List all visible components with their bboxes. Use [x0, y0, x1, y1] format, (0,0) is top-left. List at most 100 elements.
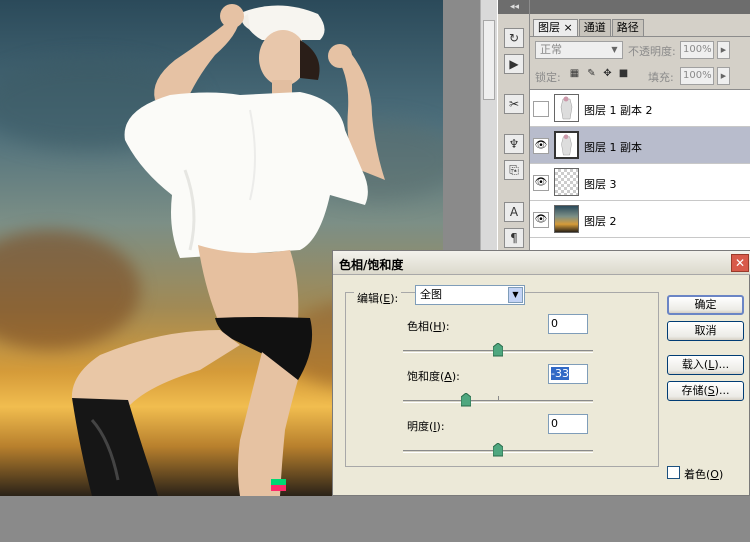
eye-icon[interactable]: 👁	[533, 212, 549, 228]
actions-icon[interactable]: ▶	[504, 54, 524, 74]
opacity-input[interactable]: 100%	[680, 41, 714, 59]
saturation-label: 饱和度(A):	[407, 370, 460, 383]
tab-label: 路径	[616, 21, 639, 34]
slider-center-mark	[498, 396, 499, 401]
fill-input[interactable]: 100%	[680, 67, 714, 85]
eye-icon[interactable]: 👁	[533, 175, 549, 191]
character-icon[interactable]: A	[504, 202, 524, 222]
layer-row[interactable]: 图层 1 副本 2	[530, 90, 750, 127]
blend-mode-value: 正常	[540, 43, 562, 56]
layer-thumbnail	[554, 131, 579, 159]
chevron-down-icon: ▼	[611, 45, 618, 54]
close-icon: ✕	[734, 256, 746, 270]
tab-paths[interactable]: 路径	[611, 19, 644, 37]
edit-label-text: 编辑	[357, 292, 379, 305]
dialog-titlebar[interactable]: 色相/饱和度 ✕	[333, 251, 750, 275]
brushes-icon[interactable]: ♆	[504, 134, 524, 154]
lock-row: 锁定: ▦ ✎ ✥ ■ 填充: 100% ▶	[535, 67, 750, 85]
dialog-title: 色相/饱和度	[339, 258, 404, 272]
layer-thumbnail	[554, 94, 579, 122]
eye-icon[interactable]: 👁	[533, 138, 549, 154]
lightness-value: 0	[551, 417, 558, 430]
colorize-checkbox[interactable]	[667, 466, 680, 479]
clone-source-icon[interactable]: ⎘	[504, 160, 524, 180]
saturation-slider[interactable]	[403, 393, 593, 407]
edit-select-value: 全图	[420, 288, 442, 301]
hue-slider[interactable]	[403, 343, 593, 357]
lock-transparent-icon[interactable]: ▦	[569, 68, 580, 80]
lightness-input[interactable]: 0	[548, 414, 588, 434]
paragraph-icon[interactable]: ¶	[504, 228, 524, 248]
colorize-hotkey: O	[710, 468, 719, 481]
hue-label-text: 色相	[407, 320, 429, 333]
load-label: 载入	[681, 358, 704, 371]
layers-list: 图层 1 副本 2 👁 图层 1 副本 👁 图层 3 👁 图层 2	[530, 89, 750, 270]
hue-input[interactable]: 0	[548, 314, 588, 334]
lightness-hotkey: I	[433, 420, 437, 433]
layer-thumbnail	[554, 205, 579, 233]
edit-select[interactable]: 全图 ▼	[415, 285, 525, 305]
lock-pixels-icon[interactable]: ✎	[586, 68, 597, 80]
cancel-button[interactable]: 取消	[667, 321, 744, 341]
lightness-slider[interactable]	[403, 443, 593, 457]
adjustment-group	[345, 292, 659, 467]
panel-dock-strip: ◂◂ ↻ ▶ ✂ ♆ ⎘ A ¶	[497, 0, 530, 270]
layer-row[interactable]: 👁 图层 1 副本	[530, 127, 750, 164]
close-icon[interactable]: ×	[564, 21, 573, 34]
lightness-label: 明度(I):	[407, 420, 445, 433]
workspace-background	[0, 496, 750, 542]
hue-saturation-dialog: 色相/饱和度 ✕ 编辑(E): 全图 ▼ 色相(H): 0 饱和度(A): -3…	[332, 250, 750, 496]
dock-collapse-button[interactable]: ◂◂	[498, 0, 529, 14]
edit-hotkey: E	[383, 292, 391, 305]
tab-label: 通道	[583, 21, 606, 34]
layer-row[interactable]: 👁 图层 3	[530, 164, 750, 201]
chevron-down-icon: ▼	[508, 287, 523, 303]
panel-header-bar	[530, 0, 750, 14]
save-hotkey: S	[707, 384, 715, 397]
layer-name: 图层 2	[584, 215, 617, 228]
colorize-label-text: 着色	[684, 468, 706, 481]
tab-label: 图层	[538, 21, 560, 34]
layer-name: 图层 1 副本 2	[584, 104, 653, 117]
ok-button[interactable]: 确定	[667, 295, 744, 315]
lightness-label-text: 明度	[407, 420, 429, 433]
blend-row: 正常 ▼ 不透明度: 100% ▶	[535, 41, 750, 61]
tab-channels[interactable]: 通道	[578, 19, 611, 37]
opacity-label: 不透明度:	[628, 45, 676, 58]
colorize-label: 着色(O)	[684, 468, 724, 481]
opacity-slider-button[interactable]: ▶	[717, 41, 730, 59]
save-button[interactable]: 存储(S)...	[667, 381, 744, 401]
load-hotkey: L	[708, 358, 715, 371]
layer-row[interactable]: 👁 图层 2	[530, 201, 750, 238]
lightness-slider-thumb[interactable]	[493, 443, 503, 457]
document-scrollbar[interactable]	[480, 0, 497, 270]
layer-name: 图层 3	[584, 178, 617, 191]
lock-all-icon[interactable]: ■	[618, 68, 629, 80]
layers-panel: 图层 × 通道 路径 正常 ▼ 不透明度: 100% ▶ 锁定: ▦ ✎ ✥ ■…	[530, 0, 750, 270]
hue-slider-thumb[interactable]	[493, 343, 503, 357]
scrollbar-thumb[interactable]	[483, 20, 495, 100]
tab-layers[interactable]: 图层 ×	[533, 19, 578, 37]
lock-label: 锁定:	[535, 71, 561, 84]
saturation-label-text: 饱和度	[407, 370, 440, 383]
hue-label: 色相(H):	[407, 320, 450, 333]
tool-presets-icon[interactable]: ✂	[504, 94, 524, 114]
history-icon[interactable]: ↻	[504, 28, 524, 48]
fill-slider-button[interactable]: ▶	[717, 67, 730, 85]
saturation-value: -33	[551, 367, 569, 380]
close-button[interactable]: ✕	[731, 254, 749, 272]
saturation-hotkey: A	[444, 370, 452, 383]
divider	[530, 36, 750, 37]
layer-thumbnail	[554, 168, 579, 196]
load-button[interactable]: 载入(L)...	[667, 355, 744, 375]
blend-mode-select[interactable]: 正常 ▼	[535, 41, 623, 59]
saturation-input[interactable]: -33	[548, 364, 588, 384]
save-label: 存储	[681, 384, 704, 397]
saturation-slider-thumb[interactable]	[461, 393, 471, 407]
panel-tabs: 图层 × 通道 路径	[533, 19, 645, 37]
lock-position-icon[interactable]: ✥	[602, 68, 613, 80]
edit-label: 编辑(E):	[354, 290, 402, 306]
hue-hotkey: H	[433, 320, 442, 333]
fill-label: 填充:	[648, 71, 674, 84]
visibility-toggle[interactable]	[533, 101, 549, 117]
